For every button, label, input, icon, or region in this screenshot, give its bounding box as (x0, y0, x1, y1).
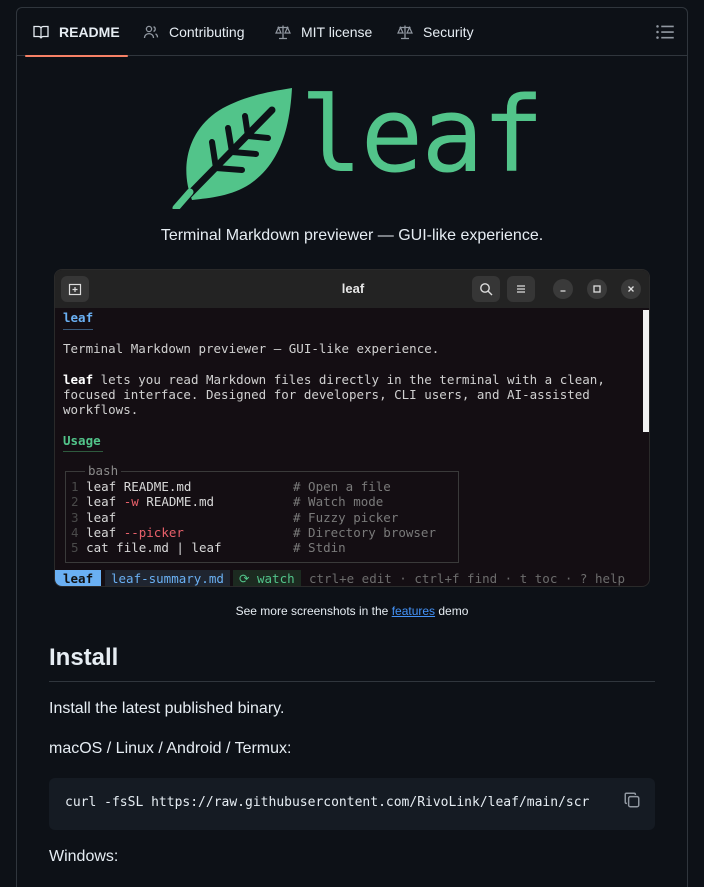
status-app-badge: leaf (55, 570, 102, 586)
tab-readme[interactable]: README (25, 8, 128, 57)
code-comment: # Watch mode (293, 494, 384, 510)
term-status-bar: leaf leaf-summary.md ⟳ watch ctrl+e edit… (55, 570, 649, 586)
maximize-icon (593, 285, 601, 293)
code-arg: README.md (138, 494, 215, 510)
minimize-button[interactable] (553, 279, 573, 299)
leaf-wordmark: leaf (300, 74, 544, 196)
code-command: leaf (86, 509, 117, 525)
scale-icon (397, 25, 413, 40)
screenshot-caption: See more screenshots in the features dem… (0, 604, 704, 618)
people-icon (143, 25, 159, 39)
code-flag: --picker (123, 524, 184, 540)
code-command: cat file.md | leaf (86, 540, 222, 556)
term-heading: leaf (63, 310, 94, 325)
terminal-screenshot: leaf leaf Terminal Markdown previewer — … (54, 269, 650, 587)
tab-license[interactable]: MIT license (275, 8, 372, 56)
tab-license-label: MIT license (301, 24, 373, 40)
term-usage-heading: Usage (63, 433, 101, 448)
term-intro: Terminal Markdown previewer — GUI-like e… (63, 341, 440, 356)
code-comment: # Open a file (293, 479, 391, 494)
minimize-icon (560, 290, 566, 292)
close-button[interactable] (621, 279, 641, 299)
leaf-icon (172, 88, 292, 209)
code-line: 2 leaf -w README.md (71, 494, 214, 509)
code-line: 1 leaf README.md (71, 479, 191, 494)
tab-contributing-label: Contributing (169, 24, 245, 40)
term-code-lang: bash (85, 463, 122, 478)
code-line-number: 1 (71, 479, 87, 494)
caption-text-after: demo (435, 604, 469, 618)
tagline: Terminal Markdown previewer — GUI-like e… (160, 227, 544, 244)
terminal-menu-button[interactable] (507, 276, 535, 302)
code-line-number: 3 (71, 509, 87, 525)
install-windows: Windows: (49, 848, 119, 865)
maximize-button[interactable] (587, 279, 607, 299)
code-comment: # Fuzzy picker (293, 509, 399, 525)
code-comment: # Stdin (293, 540, 346, 556)
code-line: 3 leaf (71, 510, 116, 525)
hero-logo: leaf (157, 80, 544, 209)
features-link[interactable]: features (392, 604, 435, 618)
code-line-number: 2 (71, 494, 87, 510)
tab-readme-label: README (59, 24, 120, 40)
terminal-titlebar: leaf (55, 270, 649, 308)
code-line: 5 cat file.md | leaf (71, 540, 222, 555)
install-heading: Install (49, 644, 119, 671)
terminal-search-button[interactable] (472, 276, 500, 302)
code-line: 4 leaf --picker (71, 525, 184, 540)
close-icon (628, 286, 634, 292)
code-flag: -w (123, 494, 139, 510)
tab-contributing[interactable]: Contributing (143, 8, 245, 56)
usage-underline (63, 451, 103, 452)
status-file: leaf-summary.md (105, 570, 230, 586)
copy-icon[interactable] (623, 791, 641, 809)
status-hints: ctrl+e edit · ctrl+f find · t toc · ? he… (309, 571, 626, 586)
code-line-number: 4 (71, 524, 87, 540)
tab-security[interactable]: Security (397, 8, 474, 56)
search-icon (480, 283, 493, 296)
code-line-number: 5 (71, 540, 87, 556)
heading-underline (63, 329, 93, 330)
term-desc-line-1: leaf lets you read Markdown files direct… (63, 372, 605, 387)
term-desc-line-2: focused interface. Designed for develope… (63, 387, 590, 402)
code-comment: # Directory browser (293, 524, 436, 540)
term-desc-text: lets you read Markdown files directly in… (93, 372, 605, 387)
term-desc-bold: leaf (63, 372, 94, 387)
tab-security-label: Security (423, 24, 474, 40)
status-watch: ⟳ watch (233, 570, 301, 586)
install-intro: Install the latest published binary. (49, 700, 285, 717)
install-platforms: macOS / Linux / Android / Termux: (49, 740, 292, 757)
install-command: curl -fsSL https://raw.githubusercontent… (65, 795, 590, 810)
code-command: leaf README.md (86, 479, 192, 494)
term-desc-line-3: workflows. (63, 402, 139, 417)
code-command: leaf (86, 524, 124, 540)
terminal-scrollbar[interactable] (643, 310, 649, 432)
code-command: leaf (86, 494, 124, 510)
heading-divider (49, 681, 655, 682)
scale-icon (275, 25, 291, 40)
install-code-block: curl -fsSL https://raw.githubusercontent… (49, 778, 655, 830)
list-icon[interactable] (655, 22, 675, 42)
book-icon (33, 25, 49, 40)
caption-text-before: See more screenshots in the (235, 604, 392, 618)
readme-tabs: README Contributing MIT license Security (17, 8, 687, 57)
terminal-body: leaf Terminal Markdown previewer — GUI-l… (55, 308, 649, 586)
menu-icon (517, 285, 525, 293)
